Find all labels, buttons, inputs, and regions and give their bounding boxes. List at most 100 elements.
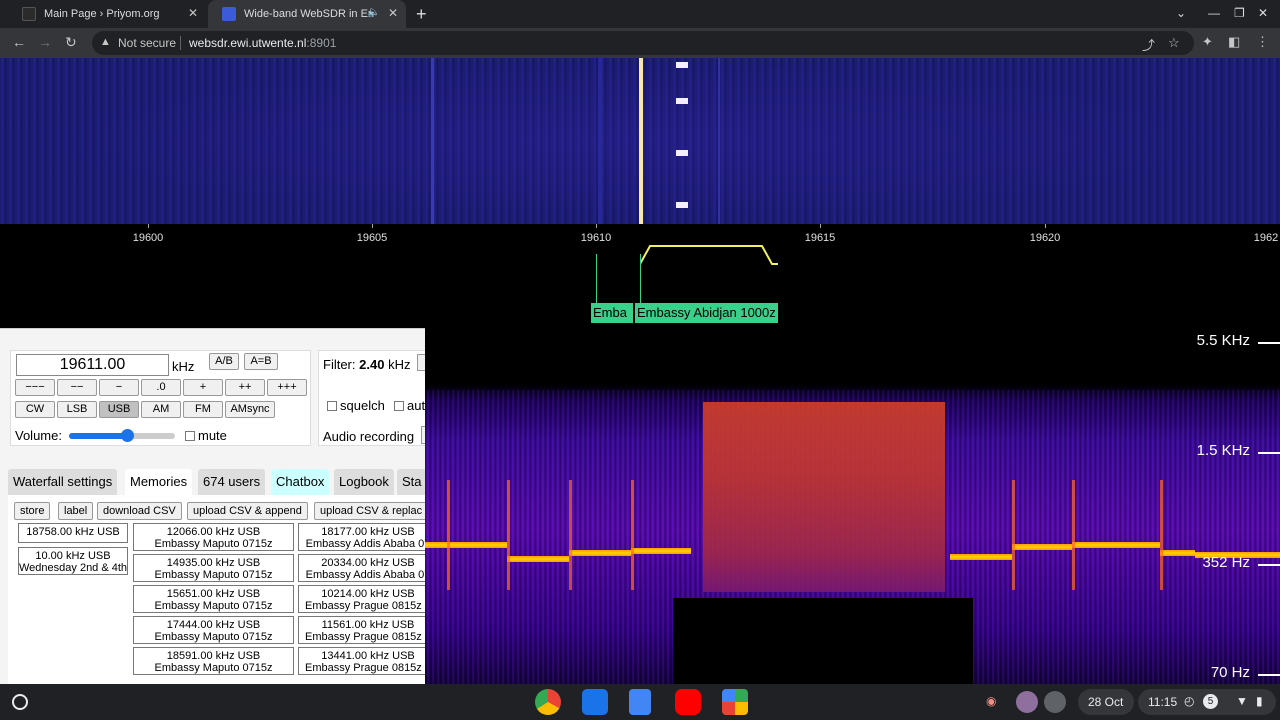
maximize-icon[interactable]: ❐	[1234, 6, 1245, 20]
step-down-small-button[interactable]: −	[99, 379, 139, 396]
scale-tick	[1045, 224, 1046, 228]
step-down-large-button[interactable]: −−−	[15, 379, 55, 396]
tab-memories[interactable]: Memories	[125, 469, 193, 495]
tone-trace	[1160, 480, 1163, 590]
mode-fm-button[interactable]: FM	[183, 401, 223, 418]
a-b-button[interactable]: A/B	[209, 353, 239, 370]
status-area[interactable]: 11:15 ◴ 5 ▼ ▮	[1138, 689, 1276, 715]
station-labels: Emba Embassy Abidjan 1000z	[0, 254, 1280, 328]
memory-entry[interactable]: 17444.00 kHz USB Embassy Maputo 0715z	[133, 616, 294, 644]
address-bar[interactable]: ▲ Not secure websdr.ewi.utwente.nl:8901 …	[92, 31, 1194, 55]
panel-tabs: Waterfall settings Memories 674 users Ch…	[8, 469, 425, 497]
chrome-icon[interactable]	[535, 689, 561, 715]
screen-record-icon[interactable]: ◉	[986, 694, 996, 708]
memory-entry[interactable]: 18758.00 kHz USB	[18, 523, 128, 543]
download-csv-button[interactable]: download CSV	[97, 502, 182, 520]
upload-append-button[interactable]: upload CSV & append	[187, 502, 308, 520]
warning-icon[interactable]: ▲	[100, 36, 111, 48]
forward-icon[interactable]: →	[38, 34, 52, 50]
squelch-checkbox[interactable]	[327, 401, 337, 411]
menu-icon[interactable]: ⋮	[1256, 34, 1269, 50]
memory-entry[interactable]: 20334.00 kHz USB Embassy Addis Ababa 07	[298, 554, 425, 582]
spectrogram-scale-label: 70 Hz	[1210, 664, 1250, 681]
upload-replace-button[interactable]: upload CSV & replac	[314, 502, 425, 520]
step-up-medium-button[interactable]: ++	[225, 379, 265, 396]
step-up-large-button[interactable]: +++	[267, 379, 307, 396]
memory-frequency: 11561.00 kHz USB	[321, 619, 415, 631]
mode-cw-button[interactable]: CW	[15, 401, 55, 418]
round-frequency-button[interactable]: .0	[141, 379, 181, 396]
security-label[interactable]: Not secure	[118, 36, 176, 50]
notification-count: 5	[1203, 694, 1218, 709]
extensions-icon[interactable]: ✦	[1202, 34, 1213, 50]
tab-priyom[interactable]: Main Page › Priyom.org ✕	[8, 0, 206, 28]
mode-amsync-button[interactable]: AMsync	[225, 401, 275, 418]
youtube-icon[interactable]	[675, 689, 701, 715]
close-window-icon[interactable]: ✕	[1258, 6, 1268, 20]
back-icon[interactable]: ←	[12, 34, 26, 50]
filter-box: Filter: 2.40 kHz squelch aut Audio recor…	[318, 350, 425, 446]
tab-search-icon[interactable]: ⌄	[1176, 6, 1186, 20]
close-tab-icon[interactable]: ✕	[388, 6, 398, 20]
filter-button[interactable]	[417, 354, 425, 371]
frequency-input[interactable]: 19611.00	[16, 354, 169, 376]
new-tab-icon[interactable]: +	[416, 4, 427, 25]
avatar[interactable]	[1044, 691, 1066, 713]
share-icon[interactable]: ⤴	[1142, 35, 1155, 54]
autonotch-checkbox[interactable]	[394, 401, 404, 411]
memory-entry[interactable]: 18591.00 kHz USB Embassy Maputo 0715z	[133, 647, 294, 675]
memory-entry[interactable]: 11561.00 kHz USB Embassy Prague 0815z 0	[298, 616, 425, 644]
a-equals-b-button[interactable]: A=B	[244, 353, 278, 370]
waterfall-display[interactable]	[0, 58, 1280, 224]
audio-playing-icon[interactable]: 🔈	[368, 7, 380, 18]
tab-chatbox[interactable]: Chatbox	[271, 469, 330, 495]
tab-logbook[interactable]: Logbook	[334, 469, 394, 495]
launcher-icon[interactable]	[12, 694, 28, 710]
store-button[interactable]: store	[14, 502, 51, 520]
side-panel-icon[interactable]: ◧	[1228, 34, 1240, 50]
tuned-frequency-line	[639, 58, 643, 224]
tab-stats[interactable]: Sta	[397, 469, 425, 495]
files-icon[interactable]	[582, 689, 608, 715]
memory-entry[interactable]: 10214.00 kHz USB Embassy Prague 0815z 0	[298, 585, 425, 613]
avatar[interactable]	[1016, 691, 1038, 713]
memory-label: Embassy Maputo 0715z	[154, 538, 273, 550]
play-store-icon[interactable]	[722, 689, 748, 715]
minimize-icon[interactable]: —	[1208, 6, 1220, 20]
tone-trace	[1012, 480, 1015, 590]
volume-slider[interactable]	[69, 429, 175, 442]
mode-usb-button[interactable]: USB	[99, 401, 139, 418]
station-label[interactable]: Emba	[591, 303, 633, 323]
spectrogram-scale-tick	[1258, 564, 1280, 566]
step-down-medium-button[interactable]: −−	[57, 379, 97, 396]
memory-entry[interactable]: 14935.00 kHz USB Embassy Maputo 0715z	[133, 554, 294, 582]
step-up-small-button[interactable]: +	[183, 379, 223, 396]
memory-entry[interactable]: 13441.00 kHz USB Embassy Prague 0815z 0	[298, 647, 425, 675]
date-pill[interactable]: 28 Oct	[1078, 689, 1134, 715]
tab-users[interactable]: 674 users	[198, 469, 266, 495]
tab-waterfall-settings[interactable]: Waterfall settings	[8, 469, 118, 495]
scale-tick	[596, 224, 597, 228]
station-label[interactable]: Embassy Abidjan 1000z	[635, 303, 778, 323]
url-text[interactable]: websdr.ewi.utwente.nl:8901	[189, 36, 336, 50]
bookmark-star-icon[interactable]: ☆	[1168, 35, 1180, 51]
memory-entry[interactable]: 10.00 kHz USB Wednesday 2nd & 4th	[18, 547, 128, 575]
tone-trace	[950, 554, 1012, 560]
tab-websdr[interactable]: Wide-band WebSDR in Ensch 🔈 ✕	[208, 0, 406, 28]
volume-knob[interactable]	[121, 429, 135, 442]
memory-frequency: 14935.00 kHz USB	[166, 557, 261, 569]
record-button[interactable]	[421, 426, 425, 444]
memory-entry[interactable]: 12066.00 kHz USB Embassy Maputo 0715z	[133, 523, 294, 551]
memory-entry[interactable]: 15651.00 kHz USB Embassy Maputo 0715z	[133, 585, 294, 613]
mode-lsb-button[interactable]: LSB	[57, 401, 97, 418]
scale-label: 19605	[356, 232, 388, 244]
mute-checkbox[interactable]	[185, 431, 195, 441]
label-button[interactable]: label	[58, 502, 94, 520]
reload-icon[interactable]: ↻	[65, 34, 77, 51]
spectrogram-scale-tick	[1258, 342, 1280, 344]
close-tab-icon[interactable]: ✕	[188, 6, 198, 20]
memory-entry[interactable]: 18177.00 kHz USB Embassy Addis Ababa 07	[298, 523, 425, 551]
mode-am-button[interactable]: AM	[141, 401, 181, 418]
docs-icon[interactable]	[629, 689, 651, 715]
priyom-favicon-icon	[22, 7, 36, 21]
